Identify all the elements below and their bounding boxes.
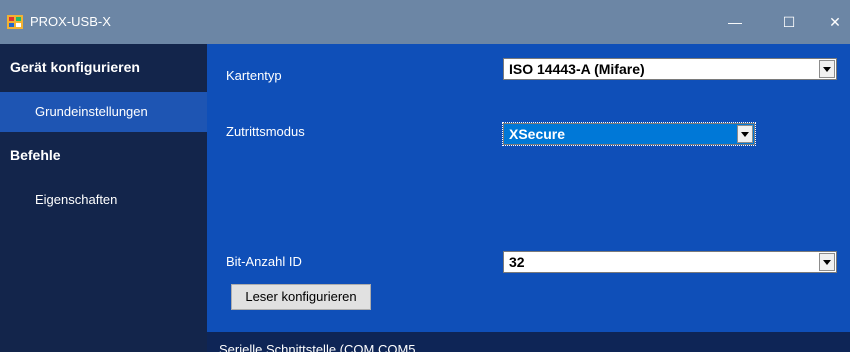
minimize-button[interactable]: — <box>712 0 758 44</box>
nav-item-label: Eigenschaften <box>35 192 118 207</box>
zutrittsmodus-value: XSecure <box>509 126 566 142</box>
sidebar: Gerät konfigurieren Grundeinstellungen B… <box>0 44 207 352</box>
maximize-button[interactable]: ☐ <box>766 0 812 44</box>
zutrittsmodus-label: Zutrittsmodus <box>226 124 305 139</box>
leser-konfigurieren-button[interactable]: Leser konfigurieren <box>231 284 371 310</box>
title-bar: PROX-USB-X — ☐ ✕ <box>0 0 850 44</box>
status-bar: Serielle Schnittstelle (COM COM5 <box>207 332 850 357</box>
bit-anzahl-dropdown[interactable]: 32 <box>503 251 837 273</box>
nav-group-geraet-konfigurieren[interactable]: Gerät konfigurieren <box>0 44 207 92</box>
chevron-down-icon[interactable] <box>819 60 835 78</box>
nav-group-label: Gerät konfigurieren <box>10 59 140 75</box>
nav-group-label: Befehle <box>10 147 61 163</box>
kartentyp-label: Kartentyp <box>226 68 282 83</box>
window-title: PROX-USB-X <box>30 14 111 29</box>
settings-panel: Kartentyp ISO 14443-A (Mifare) Zutrittsm… <box>207 44 850 332</box>
app-icon <box>7 15 23 29</box>
nav-item-grundeinstellungen[interactable]: Grundeinstellungen <box>0 92 207 132</box>
nav-item-label: Grundeinstellungen <box>35 104 148 119</box>
kartentyp-dropdown[interactable]: ISO 14443-A (Mifare) <box>503 58 837 80</box>
close-button[interactable]: ✕ <box>812 0 850 44</box>
zutrittsmodus-dropdown[interactable]: XSecure <box>502 122 756 146</box>
chevron-down-icon[interactable] <box>737 125 753 143</box>
bit-anzahl-value: 32 <box>509 254 525 270</box>
bit-anzahl-label: Bit-Anzahl ID <box>226 254 302 269</box>
status-text: Serielle Schnittstelle (COM COM5 <box>219 342 416 357</box>
nav-group-befehle[interactable]: Befehle <box>0 132 207 180</box>
nav-item-eigenschaften[interactable]: Eigenschaften <box>0 180 207 220</box>
chevron-down-icon[interactable] <box>819 253 835 271</box>
kartentyp-value: ISO 14443-A (Mifare) <box>509 61 645 77</box>
